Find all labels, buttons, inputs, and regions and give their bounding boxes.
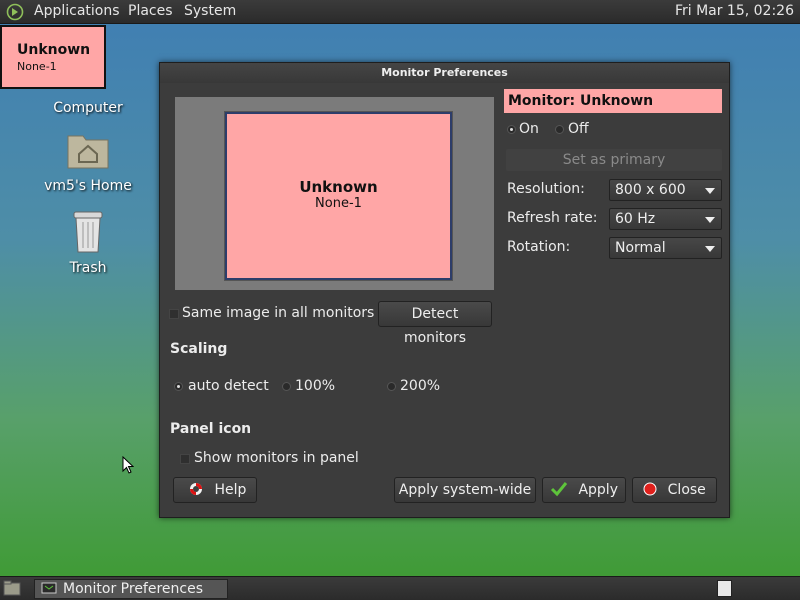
close-button[interactable]: Close: [632, 477, 717, 503]
rotation-combo[interactable]: Normal: [609, 237, 722, 259]
checkmark-icon: [550, 482, 568, 497]
chevron-down-icon: [705, 217, 715, 223]
monitor-preview-name: Unknown: [299, 178, 378, 196]
desktop-icon-home[interactable]: vm5's Home: [38, 128, 138, 194]
set-as-primary-button[interactable]: Set as primary: [506, 149, 722, 171]
apply-button[interactable]: Apply: [542, 477, 626, 503]
scaling-heading: Scaling: [170, 341, 228, 357]
home-folder-icon: [67, 135, 109, 169]
osd-monitor-name: Unknown: [17, 42, 91, 58]
panel-icon-heading: Panel icon: [170, 421, 252, 437]
help-lifebuoy-icon: [190, 483, 202, 495]
desktop-icon-trash[interactable]: Trash: [38, 208, 138, 276]
monitor-preview[interactable]: Unknown None-1: [225, 112, 452, 280]
taskbar-window-label: Monitor Preferences: [63, 581, 204, 597]
top-panel: Applications Places System Fri Mar 15, 0…: [0, 0, 800, 24]
applications-menu[interactable]: Applications: [34, 3, 120, 19]
desktop-icon-label: Trash: [69, 260, 107, 276]
refresh-rate-value: 60 Hz: [615, 211, 656, 227]
close-label: Close: [667, 482, 706, 498]
help-button[interactable]: Help: [173, 477, 257, 503]
show-desktop-icon[interactable]: [3, 580, 21, 597]
workspace-switcher[interactable]: [717, 580, 732, 597]
resolution-value: 800 x 600: [615, 182, 686, 198]
bottom-panel: Monitor Preferences: [0, 576, 800, 600]
show-monitors-checkbox[interactable]: [180, 454, 190, 464]
power-on-radio[interactable]: [507, 125, 516, 134]
apply-label: Apply: [578, 482, 618, 498]
trash-icon: [73, 211, 103, 253]
rotation-label: Rotation:: [507, 239, 571, 255]
distro-logo-icon[interactable]: [6, 3, 24, 21]
chevron-down-icon: [705, 246, 715, 252]
scaling-200-label: 200%: [400, 378, 441, 394]
scaling-200-radio[interactable]: [387, 382, 396, 391]
system-menu[interactable]: System: [184, 3, 236, 19]
scaling-auto-label: auto detect: [188, 378, 269, 394]
scaling-100-radio[interactable]: [282, 382, 291, 391]
scaling-auto-radio[interactable]: [174, 382, 183, 391]
chevron-down-icon: [705, 188, 715, 194]
mouse-pointer-icon: [122, 456, 134, 474]
resolution-combo[interactable]: 800 x 600: [609, 179, 722, 201]
refresh-rate-label: Refresh rate:: [507, 210, 598, 226]
clock[interactable]: Fri Mar 15, 02:26: [675, 3, 794, 19]
osd-connector: None-1: [17, 60, 57, 73]
stop-icon: [643, 482, 657, 496]
dialog-titlebar[interactable]: Monitor Preferences: [160, 63, 729, 83]
monitor-name-label: Monitor: Unknown: [504, 89, 722, 113]
rotation-value: Normal: [615, 240, 666, 256]
power-off-radio[interactable]: [555, 125, 564, 134]
power-off-label: Off: [568, 121, 589, 137]
desktop-icon-label: vm5's Home: [44, 178, 132, 194]
help-label: Help: [214, 482, 247, 498]
show-monitors-label: Show monitors in panel: [194, 450, 359, 466]
places-menu[interactable]: Places: [128, 3, 173, 19]
monitor-arrangement-area[interactable]: Unknown None-1: [175, 97, 494, 290]
monitor-preview-connector: None-1: [315, 196, 362, 211]
desktop-icon-label: Computer: [53, 100, 123, 116]
detect-monitors-button[interactable]: Detect monitors: [378, 301, 492, 346]
same-image-label: Same image in all monitors: [182, 305, 375, 321]
monitor-osd-label: Unknown None-1: [0, 25, 106, 89]
monitor-preferences-dialog: Monitor Preferences Unknown None-1 Monit…: [159, 62, 730, 518]
taskbar-window-button[interactable]: Monitor Preferences: [34, 579, 228, 599]
resolution-label: Resolution:: [507, 181, 585, 197]
display-icon: [41, 582, 57, 594]
apply-system-wide-button[interactable]: Apply system-wide: [394, 477, 536, 503]
scaling-100-label: 100%: [295, 378, 336, 394]
power-on-label: On: [519, 121, 539, 137]
refresh-rate-combo[interactable]: 60 Hz: [609, 208, 722, 230]
same-image-checkbox[interactable]: [169, 309, 179, 319]
